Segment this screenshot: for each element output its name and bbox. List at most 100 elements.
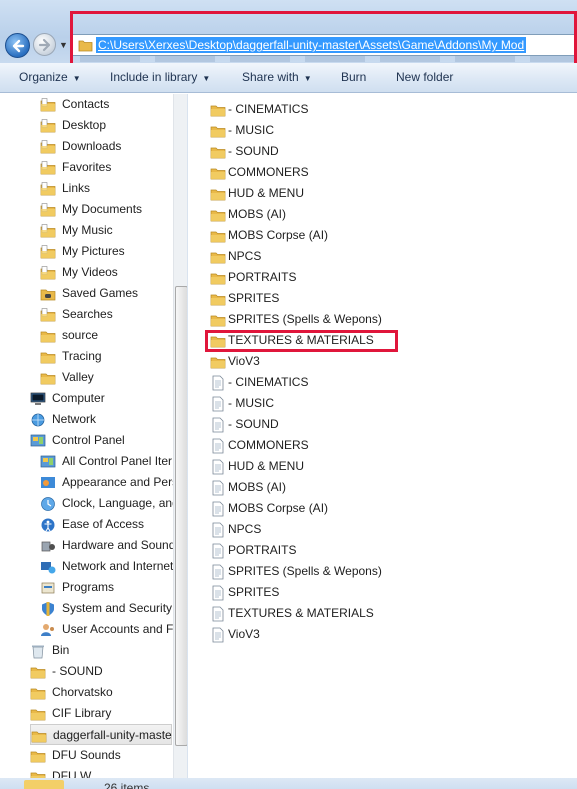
folder-item-npcs[interactable]: NPCS [210, 246, 550, 267]
nav-item-tracing[interactable]: Tracing [40, 346, 172, 367]
nav-item-my-pictures[interactable]: My Pictures [40, 241, 172, 262]
nav-item-label: Links [62, 181, 91, 195]
item-label: COMMONERS [228, 438, 309, 452]
folder-item-hud-menu[interactable]: HUD & MENU [210, 183, 550, 204]
nav-item-hardware-and-sound[interactable]: Hardware and Sound [40, 535, 176, 556]
nav-item-all-control-panel-iter[interactable]: All Control Panel Iter [40, 451, 172, 472]
file-item-sprites-spells-wepons[interactable]: SPRITES (Spells & Wepons) [210, 561, 550, 582]
document-icon [210, 501, 226, 517]
folder-icon [40, 328, 56, 344]
new-folder-button[interactable]: New folder [396, 70, 453, 84]
nav-item-dfu-sounds[interactable]: DFU Sounds [30, 745, 172, 766]
nav-item-downloads[interactable]: Downloads [40, 136, 172, 157]
item-label: COMMONERS [228, 165, 309, 179]
nav-item-sound[interactable]: - SOUND [30, 661, 172, 682]
folder-icon [30, 664, 46, 680]
item-label: MOBS (AI) [228, 480, 287, 494]
document-icon [210, 543, 226, 559]
folder-icon [40, 349, 56, 365]
nav-item-ease-of-access[interactable]: Ease of Access [40, 514, 172, 535]
burn-button[interactable]: Burn [341, 70, 366, 84]
folder-item-sprites[interactable]: SPRITES [210, 288, 550, 309]
nav-item-label: All Control Panel Iter [62, 454, 173, 468]
folder-icon [30, 748, 46, 764]
nav-item-my-videos[interactable]: My Videos [40, 262, 172, 283]
nav-item-chorvatsko[interactable]: Chorvatsko [30, 682, 172, 703]
folder-item-viov3[interactable]: VioV3 [210, 351, 550, 372]
nav-item-searches[interactable]: Searches [40, 304, 172, 325]
scrollbar-thumb[interactable] [175, 286, 187, 746]
item-label: - MUSIC [228, 123, 274, 137]
folder-icon [24, 780, 64, 789]
nav-item-user-accounts-and-fa[interactable]: User Accounts and Fa [40, 619, 180, 640]
folder-item-mobs-ai[interactable]: MOBS (AI) [210, 204, 550, 225]
nav-item-desktop[interactable]: Desktop [40, 115, 172, 136]
nav-item-contacts[interactable]: Contacts [40, 94, 172, 115]
nav-item-label: daggerfall-unity-maste [53, 728, 172, 742]
nav-item-system-and-security[interactable]: System and Security [40, 598, 172, 619]
nav-item-cif-library[interactable]: CIF Library [30, 703, 172, 724]
item-count: 26 items [104, 781, 150, 789]
nav-item-appearance-and-pers[interactable]: Appearance and Pers [40, 472, 178, 493]
folder-item-mobs-corpse-ai[interactable]: MOBS Corpse (AI) [210, 225, 550, 246]
ease-of-access-icon [40, 517, 56, 533]
nav-item-programs[interactable]: Programs [40, 577, 172, 598]
file-item-sound[interactable]: - SOUND [210, 414, 550, 435]
organize-button[interactable]: Organize ▼ [19, 70, 81, 84]
file-item-sprites[interactable]: SPRITES [210, 582, 550, 603]
nav-item-label: My Documents [62, 202, 143, 216]
file-item-textures-materials[interactable]: TEXTURES & MATERIALS [210, 603, 550, 624]
folder-icon [210, 186, 226, 202]
file-item-music[interactable]: - MUSIC [210, 393, 550, 414]
folder-item-sound[interactable]: - SOUND [210, 141, 550, 162]
file-item-portraits[interactable]: PORTRAITS [210, 540, 550, 561]
nav-item-clock-language-and[interactable]: Clock, Language, and [40, 493, 179, 514]
item-label: - CINEMATICS [228, 102, 309, 116]
folder-item-sprites-spells-wepons[interactable]: SPRITES (Spells & Wepons) [210, 309, 550, 330]
appearance-icon [40, 475, 56, 491]
network-icon [30, 412, 46, 428]
folder-icon [30, 706, 46, 722]
nav-item-my-documents[interactable]: My Documents [40, 199, 172, 220]
item-label: - SOUND [228, 144, 279, 158]
item-label: SPRITES (Spells & Wepons) [228, 564, 382, 578]
nav-item-label: Hardware and Sound [62, 538, 176, 552]
file-item-hud-menu[interactable]: HUD & MENU [210, 456, 550, 477]
file-item-viov3[interactable]: VioV3 [210, 624, 550, 645]
nav-item-source[interactable]: source [40, 325, 172, 346]
file-item-mobs-corpse-ai[interactable]: MOBS Corpse (AI) [210, 498, 550, 519]
document-icon [210, 480, 226, 496]
file-item-npcs[interactable]: NPCS [210, 519, 550, 540]
document-icon [210, 459, 226, 475]
back-button[interactable] [5, 33, 30, 58]
security-icon [40, 601, 56, 617]
nav-item-my-music[interactable]: My Music [40, 220, 172, 241]
recent-pages-dropdown[interactable]: ▼ [59, 40, 68, 50]
status-bar: 26 items [0, 778, 577, 789]
include-in-library-button[interactable]: Include in library ▼ [110, 70, 210, 84]
nav-item-network-and-internet[interactable]: Network and Internet [40, 556, 173, 577]
file-item-cinematics[interactable]: - CINEMATICS [210, 372, 550, 393]
back-arrow-icon [12, 39, 25, 53]
nav-item-saved-games[interactable]: Saved Games [40, 283, 172, 304]
nav-item-valley[interactable]: Valley [40, 367, 172, 388]
folder-item-cinematics[interactable]: - CINEMATICS [210, 99, 550, 120]
nav-item-bin[interactable]: Bin [30, 640, 172, 661]
nav-item-favorites[interactable]: Favorites [40, 157, 172, 178]
file-item-mobs-ai[interactable]: MOBS (AI) [210, 477, 550, 498]
nav-item-control-panel[interactable]: Control Panel [30, 430, 172, 451]
navigation-scrollbar[interactable] [173, 94, 187, 789]
forward-button[interactable] [33, 33, 56, 56]
item-label: TEXTURES & MATERIALS [228, 606, 374, 620]
nav-item-label: Valley [62, 370, 94, 384]
folder-item-portraits[interactable]: PORTRAITS [210, 267, 550, 288]
folder-icon [40, 370, 56, 386]
folder-item-music[interactable]: - MUSIC [210, 120, 550, 141]
nav-item-daggerfall-unity-maste[interactable]: daggerfall-unity-maste [30, 724, 172, 745]
nav-item-links[interactable]: Links [40, 178, 172, 199]
share-with-button[interactable]: Share with ▼ [242, 70, 312, 84]
nav-item-computer[interactable]: Computer [30, 388, 172, 409]
file-item-commoners[interactable]: COMMONERS [210, 435, 550, 456]
nav-item-network[interactable]: Network [30, 409, 172, 430]
folder-item-commoners[interactable]: COMMONERS [210, 162, 550, 183]
